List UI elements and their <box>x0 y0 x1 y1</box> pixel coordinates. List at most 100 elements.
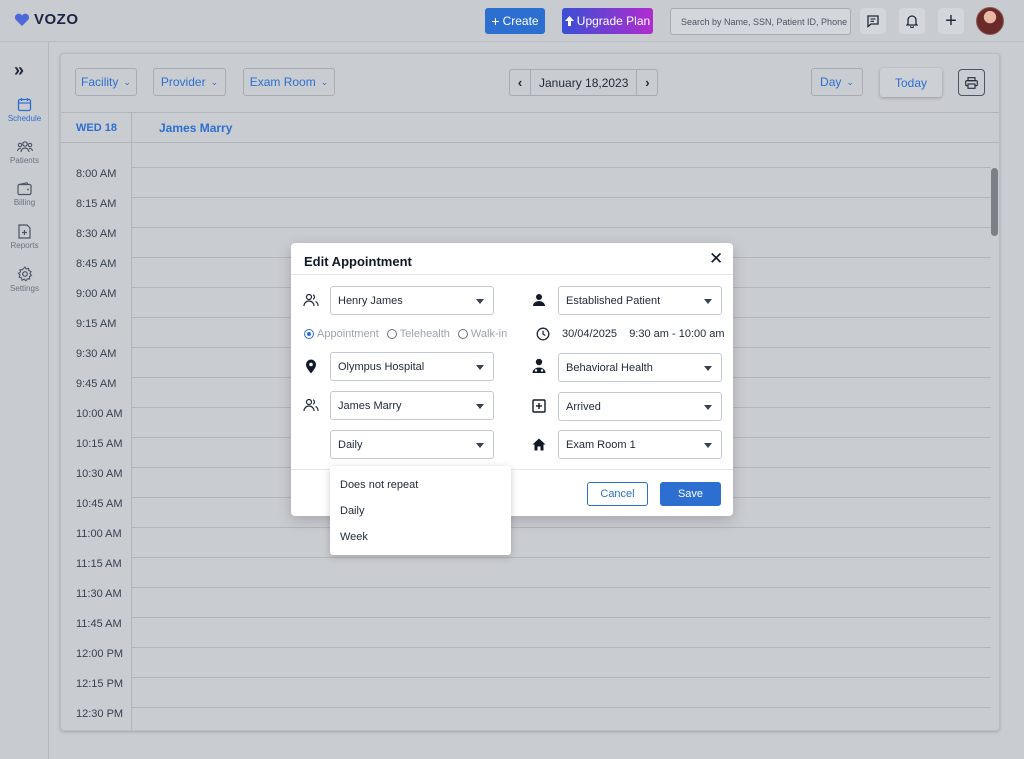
create-button[interactable]: + Create <box>485 8 545 34</box>
radio-label: Telehealth <box>399 328 450 340</box>
dialog-title: Edit Appointment <box>304 254 412 269</box>
radio-walk-in[interactable]: Walk-in <box>457 328 508 340</box>
next-day-button[interactable]: › <box>637 70 657 95</box>
notifications-button[interactable] <box>899 8 925 34</box>
time-slot-label: 9:45 AM <box>76 378 117 390</box>
time-slot-row[interactable]: 12:30 PM <box>61 707 991 730</box>
users-icon <box>16 141 33 153</box>
save-button[interactable]: Save <box>660 482 721 506</box>
scrollbar[interactable] <box>991 168 998 236</box>
date-navigator: ‹ January 18,2023 › <box>509 69 659 96</box>
radio-unchecked-icon <box>386 329 397 339</box>
time-slot-line <box>131 617 991 618</box>
view-selector[interactable]: Day ⌄ <box>811 68 863 96</box>
time-slot-label: 9:15 AM <box>76 318 117 330</box>
time-slot-line <box>131 197 991 198</box>
provider-filter[interactable]: Provider ⌄ <box>153 68 226 96</box>
time-slot-row[interactable]: 11:30 AM <box>61 587 991 618</box>
time-slot-line <box>131 707 991 708</box>
status-select[interactable]: Arrived <box>558 392 722 421</box>
sidebar-item-settings[interactable]: Settings <box>0 266 49 293</box>
doctor-icon <box>530 357 548 375</box>
radio-telehealth[interactable]: Telehealth <box>386 328 450 340</box>
search-placeholder: Search by Name, SSN, Patient ID, Phone <box>681 16 848 27</box>
time-slot-label: 10:45 AM <box>76 498 123 510</box>
time-slot-row[interactable]: 11:15 AM <box>61 557 991 588</box>
caret-down-icon <box>476 404 484 409</box>
exam-room-select[interactable]: Exam Room 1 <box>558 430 722 459</box>
users-icon <box>302 396 320 414</box>
day-label: WED 18 <box>76 122 117 134</box>
time-slot-line <box>131 557 991 558</box>
menu-item-does-not-repeat[interactable]: Does not repeat <box>340 479 418 491</box>
repeat-select[interactable]: Daily <box>330 430 494 459</box>
department-value: Behavioral Health <box>566 361 653 374</box>
caret-down-icon <box>704 405 712 410</box>
print-button[interactable] <box>958 69 985 96</box>
exam-room-filter[interactable]: Exam Room ⌄ <box>243 68 335 96</box>
caret-down-icon <box>476 365 484 370</box>
time-slot-row[interactable]: 12:00 PM <box>61 647 991 678</box>
time-slot-label: 8:30 AM <box>76 228 117 240</box>
facility-select[interactable]: Olympus Hospital <box>330 352 494 381</box>
sidebar-item-label: Schedule <box>7 114 42 123</box>
cancel-button[interactable]: Cancel <box>587 482 648 506</box>
time-slot-label: 10:15 AM <box>76 438 123 450</box>
today-button[interactable]: Today <box>880 68 942 97</box>
sidebar: » Schedule Patients Billing Reports Sett… <box>0 42 49 759</box>
time-slot-line <box>131 587 991 588</box>
time-slot-label: 8:15 AM <box>76 198 117 210</box>
chevron-down-icon: ⌄ <box>846 76 854 87</box>
provider-select[interactable]: James Marry <box>330 391 494 420</box>
radio-appointment[interactable]: Appointment <box>304 328 379 340</box>
top-bar: VOZO + Create Upgrade Plan Search by Nam… <box>0 0 1024 42</box>
search-input[interactable]: Search by Name, SSN, Patient ID, Phone <box>670 8 851 35</box>
chevron-down-icon: ⌄ <box>320 76 329 87</box>
app-logo[interactable]: VOZO <box>14 11 79 28</box>
time-slot-label: 12:15 PM <box>76 678 124 690</box>
time-slot-row[interactable]: 11:45 AM <box>61 617 991 648</box>
plus-icon: + <box>945 10 957 32</box>
chat-icon <box>867 15 879 28</box>
sidebar-item-patients[interactable]: Patients <box>0 140 49 165</box>
appointment-type-group: Appointment Telehealth Walk-in <box>304 328 507 340</box>
status-value: Arrived <box>566 400 601 413</box>
sidebar-item-schedule[interactable]: Schedule <box>0 97 49 123</box>
time-slot-row[interactable]: 8:00 AM <box>61 167 991 198</box>
department-select[interactable]: Behavioral Health <box>558 353 722 382</box>
time-slot-label: 10:00 AM <box>76 408 123 420</box>
time-slot-label: 11:30 AM <box>76 588 122 600</box>
current-date: January 18,2023 <box>530 70 638 95</box>
radio-label: Walk-in <box>470 328 508 340</box>
previous-day-button[interactable]: ‹ <box>510 70 530 95</box>
add-button[interactable]: + <box>938 8 964 34</box>
wallet-icon <box>17 182 32 196</box>
patient-type-select[interactable]: Established Patient <box>558 286 722 315</box>
view-selector-label: Day <box>820 75 842 89</box>
menu-item-daily[interactable]: Daily <box>340 505 364 517</box>
time-slot-label: 11:00 AM <box>76 528 122 540</box>
report-icon <box>18 224 31 239</box>
menu-item-week[interactable]: Week <box>340 531 368 543</box>
caret-down-icon <box>704 366 712 371</box>
sidebar-item-reports[interactable]: Reports <box>0 224 49 250</box>
sidebar-item-label: Settings <box>10 284 39 293</box>
time-slot-row[interactable]: 8:15 AM <box>61 197 991 228</box>
time-slot-line <box>131 227 991 228</box>
exam-room-value: Exam Room 1 <box>566 438 636 451</box>
time-slot-row[interactable]: 12:15 PM <box>61 677 991 708</box>
exam-room-filter-label: Exam Room <box>249 75 316 89</box>
facility-filter[interactable]: Facility ⌄ <box>75 68 137 96</box>
appointment-datetime[interactable]: 30/04/2025 9:30 am - 10:00 am <box>562 328 725 340</box>
caret-down-icon <box>704 443 712 448</box>
patient-select[interactable]: Henry James <box>330 286 494 315</box>
user-avatar[interactable] <box>976 7 1004 35</box>
sidebar-item-billing[interactable]: Billing <box>0 182 49 207</box>
expand-sidebar-icon[interactable]: » <box>14 60 24 81</box>
time-slot-row[interactable]: 11:00 AM <box>61 527 991 558</box>
upgrade-plan-button[interactable]: Upgrade Plan <box>562 8 653 34</box>
messages-button[interactable] <box>860 8 886 34</box>
provider-filter-label: Provider <box>160 75 206 89</box>
sidebar-item-label: Patients <box>10 156 39 165</box>
close-icon[interactable]: ✕ <box>709 250 723 267</box>
